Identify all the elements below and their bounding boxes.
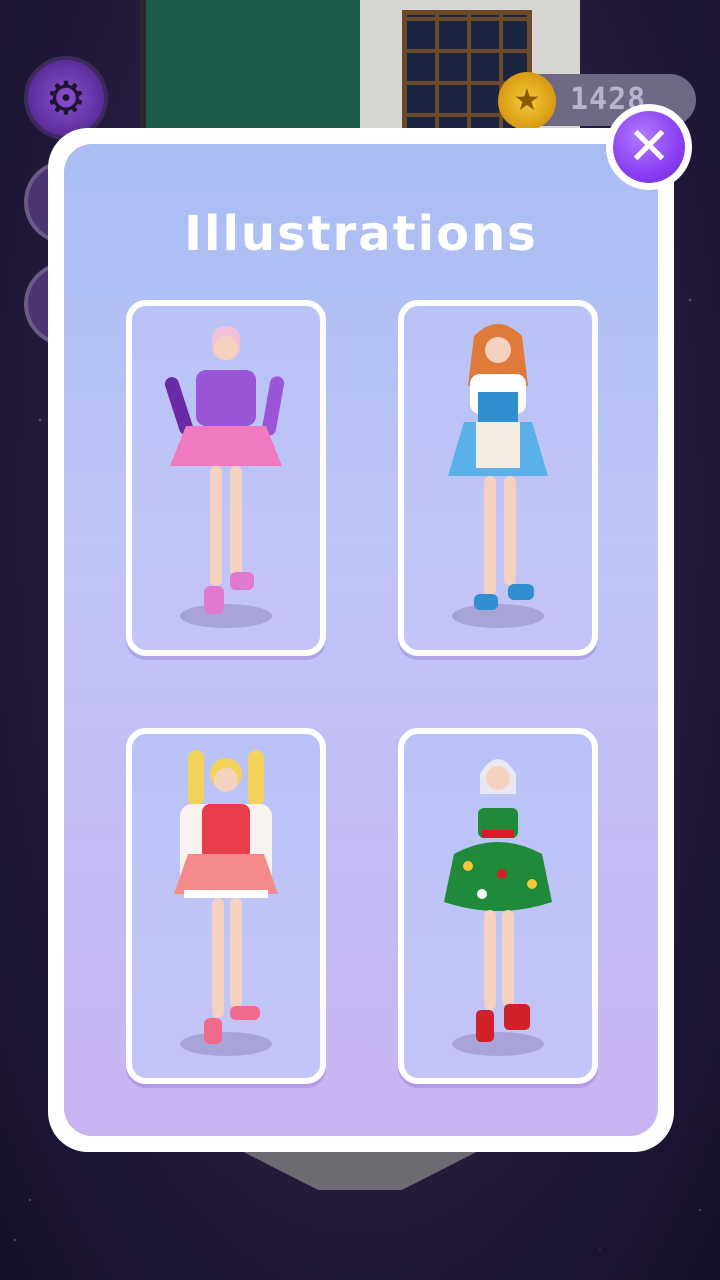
outfit-figure-pink-lolita [174, 750, 278, 1056]
illustration-card-4[interactable] [398, 728, 598, 1084]
outfit-figure-purple-jacket [164, 326, 284, 628]
outfit-figure-blue-dirndl [448, 324, 548, 628]
outfit-figure-christmas-tree [444, 759, 552, 1056]
illustration-card-1[interactable] [126, 300, 326, 656]
illustration-card-3[interactable] [126, 728, 326, 1084]
close-icon: ✕ [613, 111, 685, 183]
dialog-title: Illustrations [184, 206, 538, 262]
coin-star-icon: ★ [498, 72, 556, 130]
illustration-card-2[interactable] [398, 300, 598, 656]
gear-icon: ⚙ [45, 71, 87, 125]
close-button[interactable]: ✕ [606, 104, 692, 190]
